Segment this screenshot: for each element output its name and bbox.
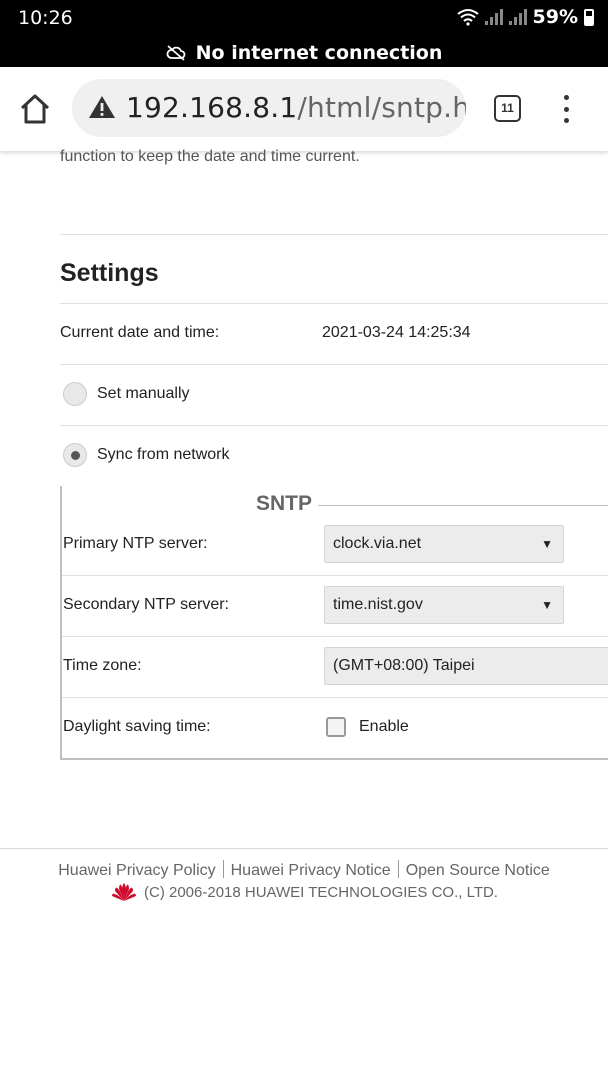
- browser-toolbar: 192.168.8.1/html/sntp.ht 11: [0, 67, 608, 151]
- dropdown-arrow-icon: ▼: [541, 598, 553, 612]
- tabs-icon[interactable]: 11: [494, 95, 521, 122]
- divider: [62, 636, 608, 637]
- footer-links: Huawei Privacy Policy Huawei Privacy Noti…: [0, 860, 608, 880]
- sntp-legend: SNTP: [254, 492, 315, 516]
- signal-icon: [484, 9, 503, 25]
- warning-icon[interactable]: [88, 95, 116, 119]
- timezone-label: Time zone:: [63, 657, 142, 674]
- status-icons: 59%: [456, 6, 594, 28]
- divider: [62, 575, 608, 576]
- divider: [60, 425, 608, 426]
- dropdown-arrow-icon: ▼: [541, 537, 553, 551]
- timezone-value: (GMT+08:00) Taipei: [333, 657, 475, 674]
- divider: [60, 303, 608, 304]
- dst-enable-checkbox[interactable]: [326, 717, 346, 737]
- more-vert-icon[interactable]: [556, 93, 576, 125]
- status-time: 10:26: [18, 7, 73, 29]
- banner-text: No internet connection: [195, 41, 443, 64]
- secondary-ntp-select[interactable]: time.nist.gov ▼: [324, 586, 564, 624]
- url-host: 192.168.8.1: [126, 91, 298, 124]
- divider: [60, 364, 608, 365]
- secondary-ntp-value: time.nist.gov: [333, 596, 423, 613]
- battery-percent: 59%: [532, 6, 578, 28]
- address-bar[interactable]: 192.168.8.1/html/sntp.ht: [72, 79, 466, 137]
- divider: [62, 697, 608, 698]
- url-text[interactable]: 192.168.8.1/html/sntp.ht: [126, 91, 466, 124]
- wifi-icon: [456, 9, 479, 26]
- current-datetime-label: Current date and time:: [60, 324, 220, 341]
- sync-network-label[interactable]: Sync from network: [97, 446, 229, 464]
- primary-ntp-value: clock.via.net: [333, 535, 422, 552]
- secondary-ntp-label: Secondary NTP server:: [63, 596, 229, 613]
- status-bar: 10:26 59%: [0, 0, 608, 38]
- intro-text: function to keep the date and time curre…: [60, 148, 360, 165]
- settings-heading: Settings: [60, 259, 159, 287]
- divider: [60, 234, 608, 235]
- dst-enable-label[interactable]: Enable: [359, 718, 409, 736]
- cloud-off-icon: [166, 44, 186, 61]
- url-path: /html/sntp.ht: [297, 91, 466, 124]
- open-source-link[interactable]: Open Source Notice: [406, 862, 550, 879]
- copyright-text: (C) 2006-2018 HUAWEI TECHNOLOGIES CO., L…: [144, 883, 498, 901]
- primary-ntp-label: Primary NTP server:: [63, 535, 208, 552]
- dst-label: Daylight saving time:: [63, 718, 211, 735]
- copyright: (C) 2006-2018 HUAWEI TECHNOLOGIES CO., L…: [110, 882, 498, 902]
- no-internet-banner: No internet connection: [0, 38, 608, 67]
- sync-network-radio[interactable]: [63, 443, 87, 467]
- huawei-logo: [112, 883, 136, 901]
- set-manually-label[interactable]: Set manually: [97, 385, 190, 403]
- home-icon[interactable]: [18, 93, 52, 125]
- battery-icon: [584, 8, 594, 26]
- privacy-notice-link[interactable]: Huawei Privacy Notice: [231, 862, 391, 879]
- signal-icon-2: [508, 9, 527, 25]
- set-manually-radio[interactable]: [63, 382, 87, 406]
- timezone-select[interactable]: (GMT+08:00) Taipei: [324, 647, 608, 685]
- primary-ntp-select[interactable]: clock.via.net ▼: [324, 525, 564, 563]
- footer-divider: [0, 848, 608, 849]
- current-datetime-value: 2021-03-24 14:25:34: [322, 324, 471, 341]
- fieldset-border: [318, 505, 608, 506]
- privacy-policy-link[interactable]: Huawei Privacy Policy: [58, 862, 215, 879]
